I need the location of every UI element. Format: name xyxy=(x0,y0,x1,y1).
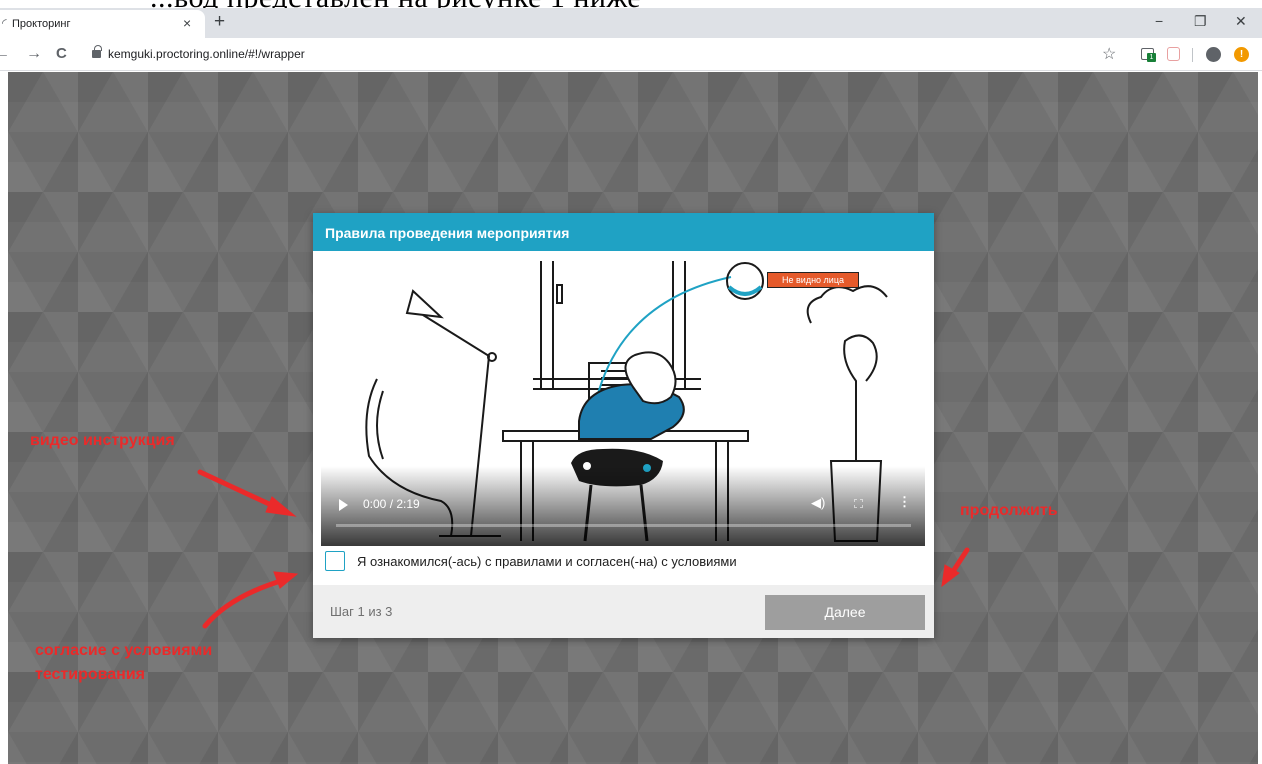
agreement-arrow xyxy=(202,577,287,629)
agreement-arrowhead xyxy=(273,571,299,589)
video-annotation: видео инструкция xyxy=(30,432,175,449)
screenshot: ...вод представлен на рисунке 1 ниже ◜ П… xyxy=(0,0,1262,764)
video-arrowhead xyxy=(265,496,297,517)
continue-annotation: продолжить xyxy=(960,502,1058,519)
agreement-annotation-line1: согласие с условиями xyxy=(35,642,213,659)
agreement-annotation-line2: тестирования xyxy=(35,666,145,683)
continue-arrow xyxy=(949,547,970,576)
